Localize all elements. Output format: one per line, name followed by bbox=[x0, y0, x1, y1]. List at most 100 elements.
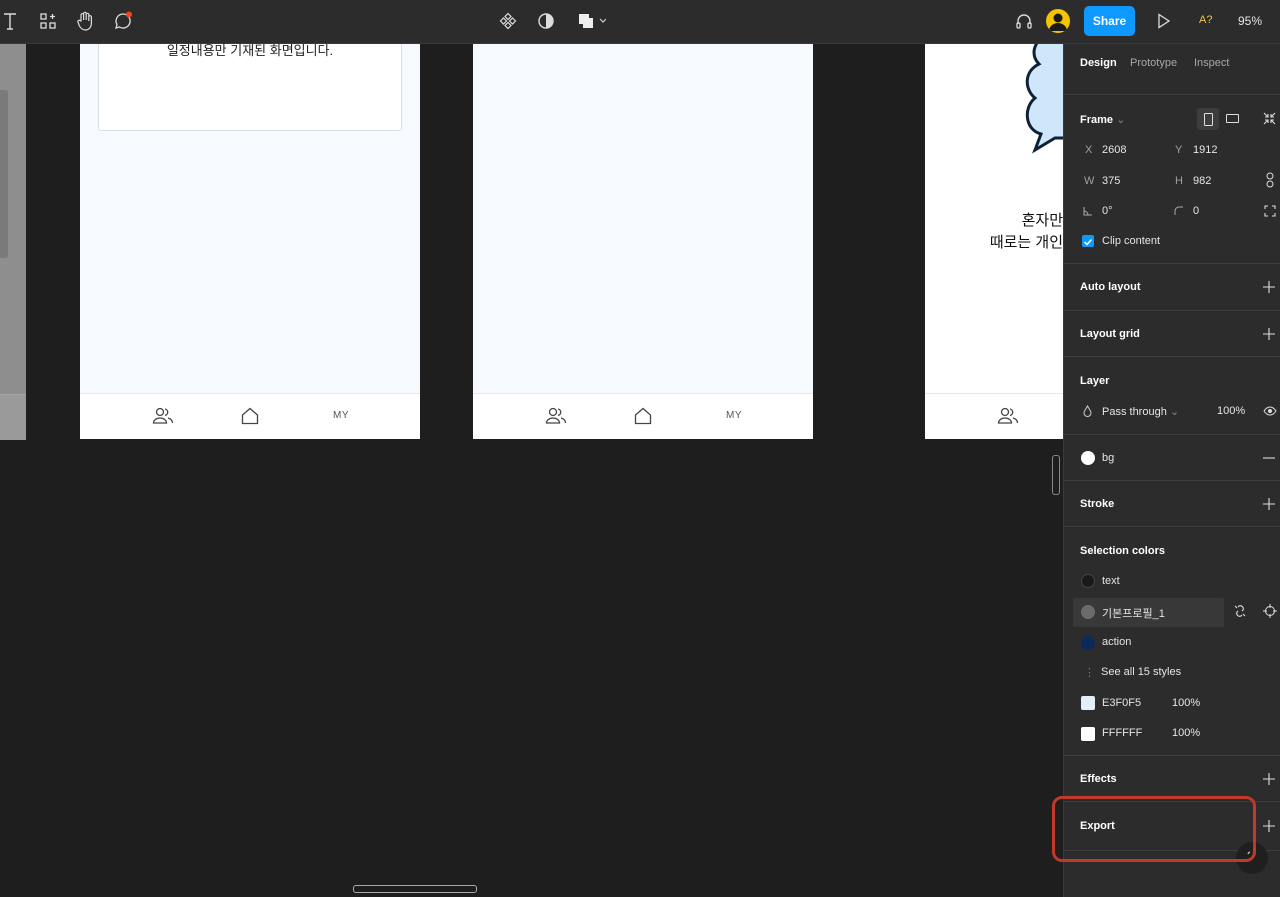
mobile-frame-3[interactable]: 혼자만 때로는 개인 bbox=[925, 44, 1063, 439]
tab-my[interactable]: MY bbox=[333, 410, 349, 421]
effects-section: Effects bbox=[1064, 755, 1280, 802]
hand-tool-icon[interactable] bbox=[71, 8, 99, 34]
add-layout-grid-icon[interactable] bbox=[1263, 328, 1275, 340]
layout-grid-title: Layout grid bbox=[1080, 328, 1140, 340]
style-name-profile[interactable]: 기본프로필_1 bbox=[1102, 605, 1165, 621]
resize-to-fit-icon[interactable] bbox=[1263, 112, 1276, 125]
tab-my[interactable]: MY bbox=[726, 410, 742, 421]
stroke-title: Stroke bbox=[1080, 498, 1115, 510]
bottom-tab-bar bbox=[925, 393, 1063, 439]
bottom-tab-bar: MY bbox=[473, 393, 813, 439]
style-swatch-action[interactable] bbox=[1081, 636, 1095, 650]
speech-text: 혼자만 때로는 개인 bbox=[989, 212, 1063, 251]
home-icon[interactable] bbox=[634, 407, 652, 425]
stroke-section: Stroke bbox=[1064, 480, 1280, 527]
zoom-level[interactable]: 95% bbox=[1238, 14, 1262, 28]
height-field[interactable]: 982 bbox=[1193, 175, 1211, 187]
speech-bubble-illustration bbox=[1025, 44, 1063, 154]
layer-opacity-field[interactable]: 100% bbox=[1217, 405, 1245, 417]
canvas-horizontal-scrollbar[interactable] bbox=[353, 885, 477, 893]
remove-fill-icon[interactable] bbox=[1263, 452, 1275, 464]
mobile-frame-1[interactable]: 일정내용만 기재된 화면입니다. MY bbox=[80, 44, 420, 439]
selection-colors-section: Selection colors text 기본프로필_1 action ⋮ S… bbox=[1064, 526, 1280, 756]
see-all-styles-link[interactable]: See all 15 styles bbox=[1101, 666, 1181, 678]
x-label: X bbox=[1085, 144, 1093, 156]
portrait-icon bbox=[1204, 113, 1213, 126]
user-avatar[interactable] bbox=[1046, 9, 1070, 33]
frame-type-dropdown[interactable]: Frame ⌄ bbox=[1080, 113, 1125, 126]
boolean-ops-icon[interactable] bbox=[574, 8, 608, 34]
text-tool-icon[interactable] bbox=[0, 8, 24, 34]
export-highlight-annotation bbox=[1052, 796, 1256, 862]
contrast-icon[interactable] bbox=[532, 8, 560, 34]
width-field[interactable]: 375 bbox=[1102, 175, 1120, 187]
landscape-icon[interactable] bbox=[1226, 114, 1239, 123]
rotation-icon bbox=[1083, 207, 1092, 216]
color-hex-e3f0f5[interactable]: E3F0F5 bbox=[1102, 697, 1141, 709]
style-swatch-text[interactable] bbox=[1081, 574, 1095, 588]
mobile-frame-2[interactable]: MY bbox=[473, 44, 813, 439]
color-swatch-ffffff[interactable] bbox=[1081, 727, 1095, 741]
portrait-toggle[interactable] bbox=[1197, 108, 1219, 130]
schedule-text: 일정내용만 기재된 화면입니다. bbox=[166, 44, 334, 58]
corner-radius-field[interactable]: 0 bbox=[1193, 205, 1199, 217]
style-name-action[interactable]: action bbox=[1102, 636, 1131, 648]
rotation-field[interactable]: 0° bbox=[1102, 205, 1113, 217]
friends-icon[interactable] bbox=[997, 407, 1019, 425]
home-icon[interactable] bbox=[241, 407, 259, 425]
independent-corners-icon[interactable] bbox=[1264, 205, 1276, 217]
clip-content-checkbox[interactable] bbox=[1082, 235, 1094, 247]
layout-grid-section: Layout grid bbox=[1064, 310, 1280, 357]
visibility-eye-icon[interactable] bbox=[1263, 406, 1277, 416]
add-export-icon[interactable] bbox=[1263, 820, 1275, 832]
blend-mode-dropdown[interactable]: Pass through ⌄ bbox=[1102, 405, 1179, 418]
design-panel: Design Prototype Inspect Frame ⌄ X 2608 … bbox=[1063, 44, 1280, 897]
tab-design[interactable]: Design bbox=[1080, 57, 1117, 69]
tab-prototype[interactable]: Prototype bbox=[1130, 57, 1177, 69]
add-auto-layout-icon[interactable] bbox=[1263, 281, 1275, 293]
detach-style-icon[interactable] bbox=[1233, 604, 1247, 618]
resources-icon[interactable] bbox=[34, 8, 62, 34]
friends-icon[interactable] bbox=[152, 407, 174, 425]
components-icon[interactable] bbox=[494, 8, 522, 34]
x-field[interactable]: 2608 bbox=[1102, 144, 1126, 156]
auto-layout-section: Auto layout bbox=[1064, 263, 1280, 310]
design-canvas[interactable]: 일정내용만 기재된 화면입니다. MY MY 혼자만 때로는 개인 bbox=[0, 44, 1063, 897]
effects-title: Effects bbox=[1080, 773, 1117, 785]
share-button[interactable]: Share bbox=[1084, 6, 1135, 36]
comment-tool-icon[interactable] bbox=[109, 8, 137, 34]
corner-radius-icon bbox=[1174, 206, 1183, 215]
y-field[interactable]: 1912 bbox=[1193, 144, 1217, 156]
canvas-scrollbar[interactable] bbox=[1052, 455, 1060, 495]
style-swatch-profile[interactable] bbox=[1081, 605, 1095, 619]
selection-colors-title: Selection colors bbox=[1080, 545, 1165, 557]
layer-section: Layer Pass through ⌄ 100% bbox=[1064, 356, 1280, 435]
frame-section: Frame ⌄ X 2608 Y 1912 W 375 H 982 0° 0 C… bbox=[1064, 94, 1280, 263]
check-icon bbox=[1083, 238, 1093, 246]
constrain-proportions-icon[interactable] bbox=[1266, 172, 1274, 188]
fill-style-name[interactable]: bg bbox=[1102, 452, 1114, 464]
schedule-card: 일정내용만 기재된 화면입니다. bbox=[98, 44, 402, 131]
partial-frame-left[interactable] bbox=[0, 44, 26, 440]
layer-title: Layer bbox=[1080, 375, 1110, 387]
y-label: Y bbox=[1175, 144, 1183, 156]
color-hex-ffffff[interactable]: FFFFFF bbox=[1102, 727, 1142, 739]
color-opacity-ffffff[interactable]: 100% bbox=[1172, 727, 1200, 739]
audio-headphones-icon[interactable] bbox=[1010, 8, 1038, 34]
friends-icon[interactable] bbox=[545, 407, 567, 425]
tab-inspect[interactable]: Inspect bbox=[1194, 57, 1229, 69]
fill-section: bg bbox=[1064, 434, 1280, 481]
add-stroke-icon[interactable] bbox=[1263, 498, 1275, 510]
fill-swatch[interactable] bbox=[1081, 451, 1095, 465]
add-effect-icon[interactable] bbox=[1263, 773, 1275, 785]
accessibility-check-label[interactable]: A? bbox=[1199, 14, 1212, 26]
clip-content-label[interactable]: Clip content bbox=[1102, 235, 1160, 247]
present-play-icon[interactable] bbox=[1150, 8, 1178, 34]
style-name-text[interactable]: text bbox=[1102, 575, 1120, 587]
more-dots-icon: ⋮ bbox=[1084, 667, 1095, 679]
color-swatch-e3f0f5[interactable] bbox=[1081, 696, 1095, 710]
select-matching-target-icon[interactable] bbox=[1263, 604, 1277, 618]
top-toolbar: Share A? 95% bbox=[0, 0, 1280, 44]
blend-mode-icon bbox=[1083, 405, 1092, 417]
color-opacity-e3f0f5[interactable]: 100% bbox=[1172, 697, 1200, 709]
